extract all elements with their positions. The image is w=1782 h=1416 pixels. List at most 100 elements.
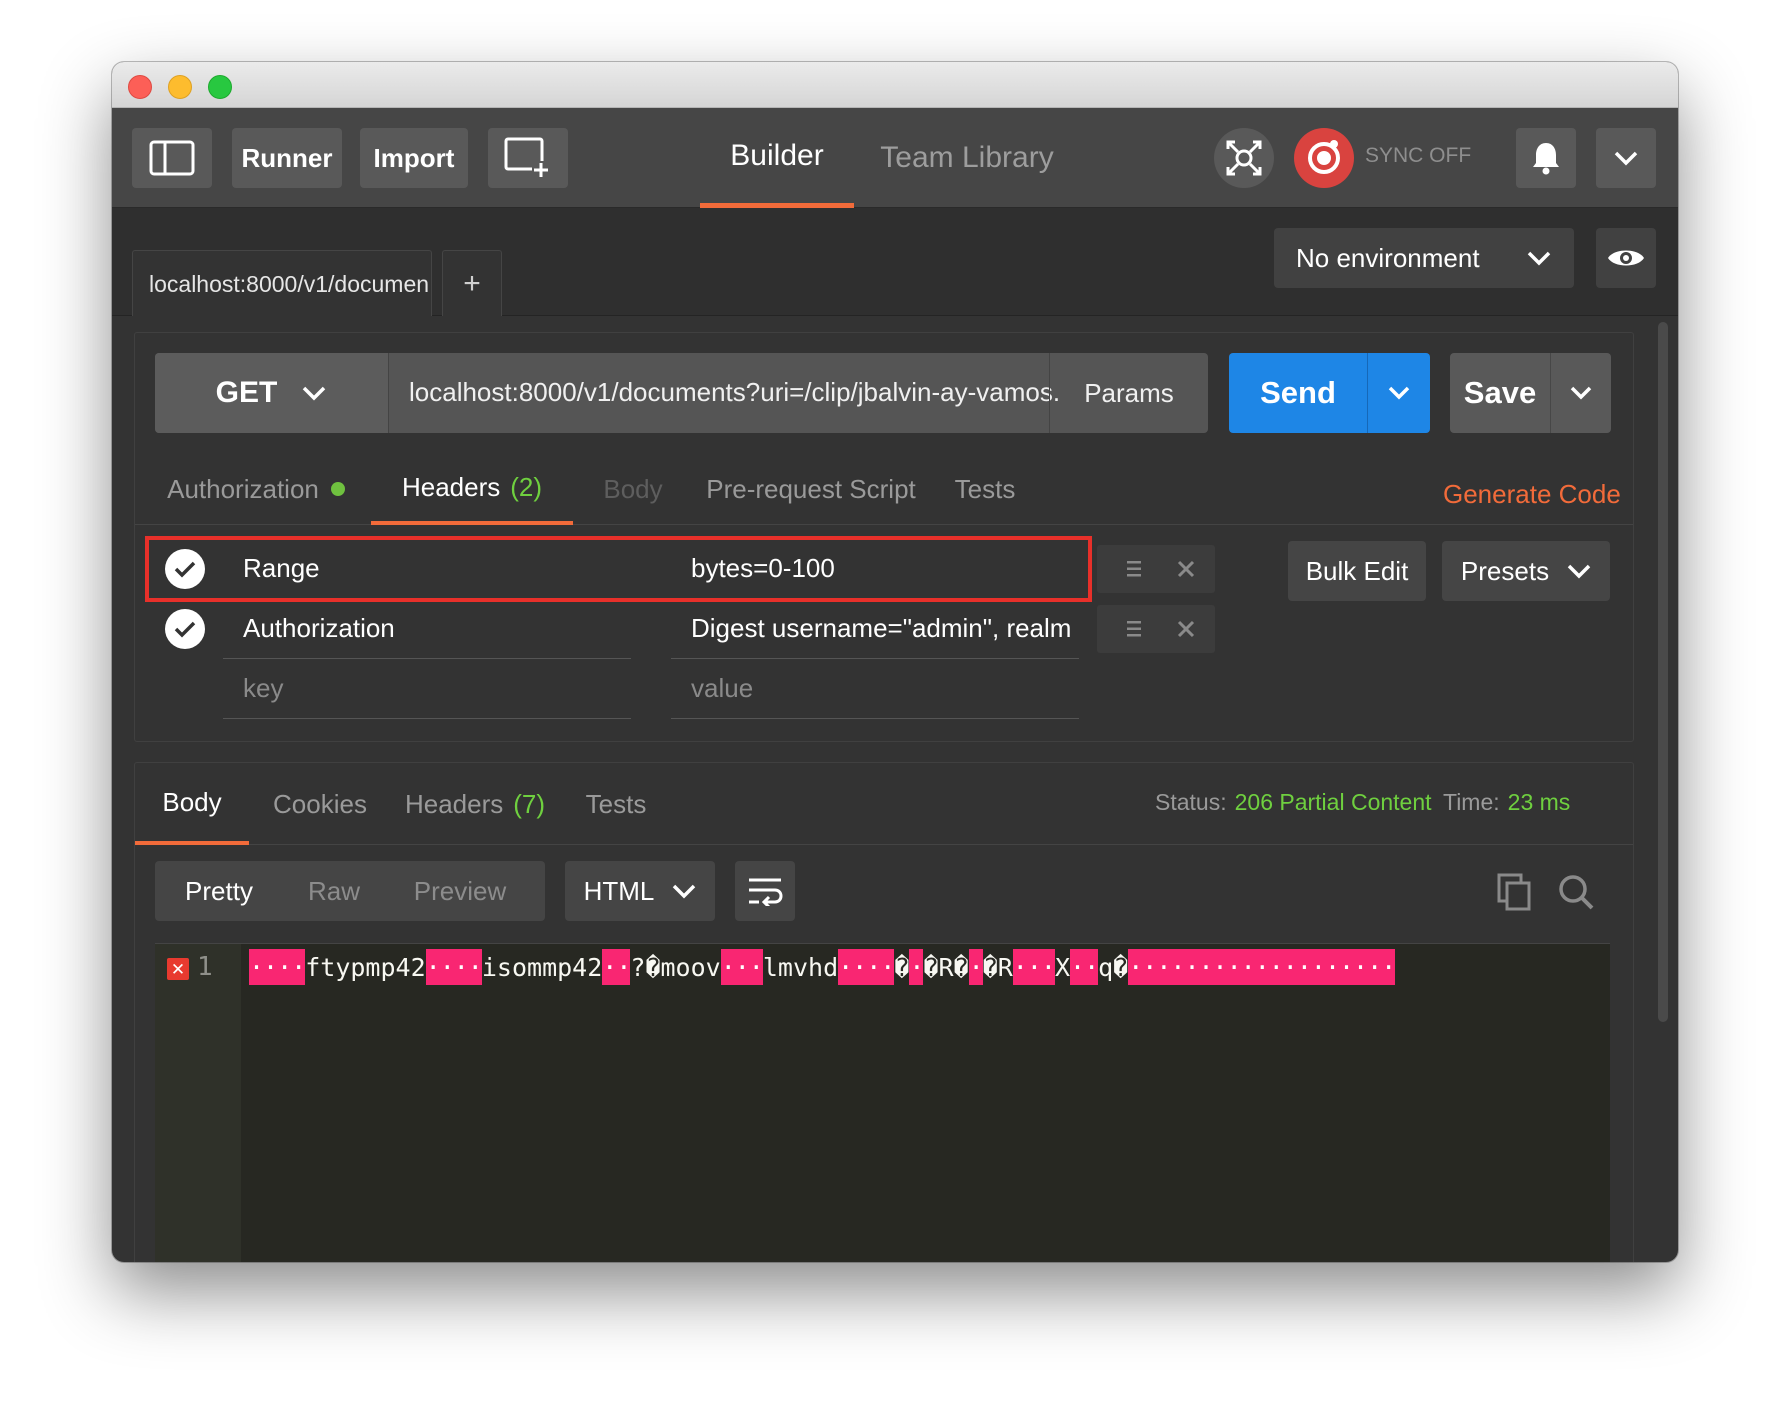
chevron-down-icon [673, 884, 696, 898]
control-char-run: ·· [1070, 949, 1099, 985]
title-bar [112, 62, 1678, 108]
bulk-edit-button[interactable]: Bulk Edit [1288, 541, 1426, 601]
settings-dropdown-button[interactable] [1596, 128, 1656, 188]
method-select[interactable]: GET [155, 353, 389, 433]
chevron-down-icon [1567, 564, 1591, 578]
close-window-button[interactable] [128, 75, 152, 99]
response-body-line: ···· ftypmp42 ···· isommp42 ·· ?�moov ··· lmvhd… [249, 948, 1610, 986]
request-subtabs: Authorization Headers (2) Body Pre-reque… [135, 453, 1633, 525]
header-row-controls [1097, 545, 1215, 593]
drag-handle-icon[interactable] [1125, 618, 1143, 640]
eye-icon [1608, 250, 1644, 266]
control-char-run: ···· [425, 949, 483, 985]
format-label: HTML [583, 875, 655, 906]
copy-icon[interactable] [1497, 873, 1531, 911]
response-body-editor[interactable]: ✕ 1 ···· ftypmp42 ···· isommp42 ·· ?�moov ··· l… [155, 943, 1610, 1262]
zoom-window-button[interactable] [208, 75, 232, 99]
nav-team-library[interactable]: Team Library [874, 108, 1060, 208]
tab-tests[interactable]: Tests [945, 453, 1025, 525]
headers-count-badge: (2) [510, 471, 543, 502]
interceptor-button[interactable] [1214, 128, 1274, 188]
add-tab-button[interactable]: + [442, 250, 502, 316]
wrap-lines-icon [749, 878, 783, 906]
import-button[interactable]: Import [360, 128, 468, 188]
editor-gutter: ✕ 1 [155, 944, 241, 1262]
auth-active-indicator [330, 482, 345, 496]
control-char-run: ·· [602, 949, 631, 985]
save-button-group: Save [1450, 353, 1611, 433]
response-tab-cookies[interactable]: Cookies [265, 763, 375, 845]
body-text-run: ftypmp42 [305, 952, 426, 982]
request-tab[interactable]: localhost:8000/v1/documen [132, 250, 432, 316]
view-mode-pretty[interactable]: Pretty [155, 861, 283, 921]
tab-body[interactable]: Body [595, 453, 671, 525]
response-panel: Body Cookies Headers (7) Tests Status: 20… [134, 762, 1634, 1262]
new-window-icon [504, 137, 550, 179]
environment-select[interactable]: No environment [1274, 228, 1574, 288]
control-char-run: · [909, 949, 924, 985]
header-key-input[interactable]: Authorization [223, 599, 631, 659]
url-input[interactable]: localhost:8000/v1/documents?uri=/clip/jb… [409, 377, 1059, 413]
control-char-run: ···· [838, 949, 895, 985]
save-options-dropdown[interactable] [1550, 353, 1611, 433]
body-text-run: �R� [923, 952, 969, 982]
status-value: 206 Partial Content [1234, 789, 1432, 815]
new-window-button[interactable] [488, 128, 568, 188]
format-select[interactable]: HTML [565, 861, 715, 921]
tab-authorization[interactable]: Authorization [161, 453, 351, 525]
drag-handle-icon[interactable] [1125, 558, 1143, 580]
body-text-run: �R [982, 952, 1013, 982]
send-options-dropdown[interactable] [1367, 353, 1430, 433]
response-tab-tests[interactable]: Tests [571, 763, 661, 845]
close-icon[interactable] [1175, 618, 1197, 640]
control-char-run: · [968, 949, 984, 985]
time-label: Time: [1443, 789, 1500, 815]
chevron-down-icon [303, 386, 326, 401]
interceptor-icon [1226, 140, 1262, 176]
chevron-down-icon [1388, 386, 1410, 400]
app-window: Runner Import Builder Team Library SYNC … [112, 62, 1678, 1262]
generate-code-link[interactable]: Generate Code [1443, 479, 1621, 510]
search-icon[interactable] [1557, 873, 1595, 911]
header-row-controls [1097, 605, 1215, 653]
response-time: Time: 23 ms [1443, 789, 1570, 816]
tab-authorization-label: Authorization [167, 473, 319, 504]
status-label: Status: [1155, 789, 1227, 815]
new-header-key-input[interactable]: key [223, 659, 631, 719]
environment-quick-look-button[interactable] [1596, 228, 1656, 288]
sync-status-label: SYNC OFF [1365, 144, 1472, 167]
response-tab-headers[interactable]: Headers (7) [395, 763, 555, 845]
params-button[interactable]: Params [1049, 353, 1208, 433]
save-button[interactable]: Save [1450, 353, 1550, 433]
time-value: 23 ms [1507, 789, 1571, 815]
tab-headers[interactable]: Headers (2) [371, 453, 573, 525]
view-mode-raw[interactable]: Raw [283, 861, 385, 921]
nav-builder[interactable]: Builder [700, 108, 854, 208]
tab-pre-request-script[interactable]: Pre-request Script [699, 453, 923, 525]
header-value-input[interactable]: Digest username="admin", realm [671, 599, 1079, 659]
control-char-run: ··· [1012, 949, 1056, 985]
runner-button[interactable]: Runner [232, 128, 342, 188]
main-toolbar: Runner Import Builder Team Library SYNC … [112, 108, 1678, 208]
sync-icon [1308, 140, 1340, 174]
notifications-button[interactable] [1516, 128, 1576, 188]
panel-scrollbar[interactable] [1658, 322, 1668, 1022]
request-builder-panel: GET localhost:8000/v1/documents?uri=/cli… [134, 332, 1634, 742]
new-header-value-input[interactable]: value [671, 659, 1079, 719]
presets-dropdown[interactable]: Presets [1442, 541, 1610, 601]
send-button[interactable]: Send [1229, 353, 1367, 433]
response-tab-body[interactable]: Body [135, 763, 249, 845]
control-char-run: ··················· [1128, 949, 1396, 985]
tab-headers-label: Headers [401, 471, 501, 502]
environment-select-label: No environment [1296, 242, 1480, 273]
range-header-highlight [145, 536, 1092, 602]
sync-button[interactable] [1294, 128, 1354, 188]
wrap-lines-button[interactable] [735, 861, 795, 921]
view-mode-preview[interactable]: Preview [385, 861, 535, 921]
header-enabled-checkbox[interactable] [165, 609, 205, 649]
minimize-window-button[interactable] [168, 75, 192, 99]
sidebar-toggle-button[interactable] [132, 128, 212, 188]
body-text-run: ?�moov [630, 952, 721, 982]
view-mode-group: Pretty Raw Preview [155, 861, 545, 921]
close-icon[interactable] [1175, 558, 1197, 580]
